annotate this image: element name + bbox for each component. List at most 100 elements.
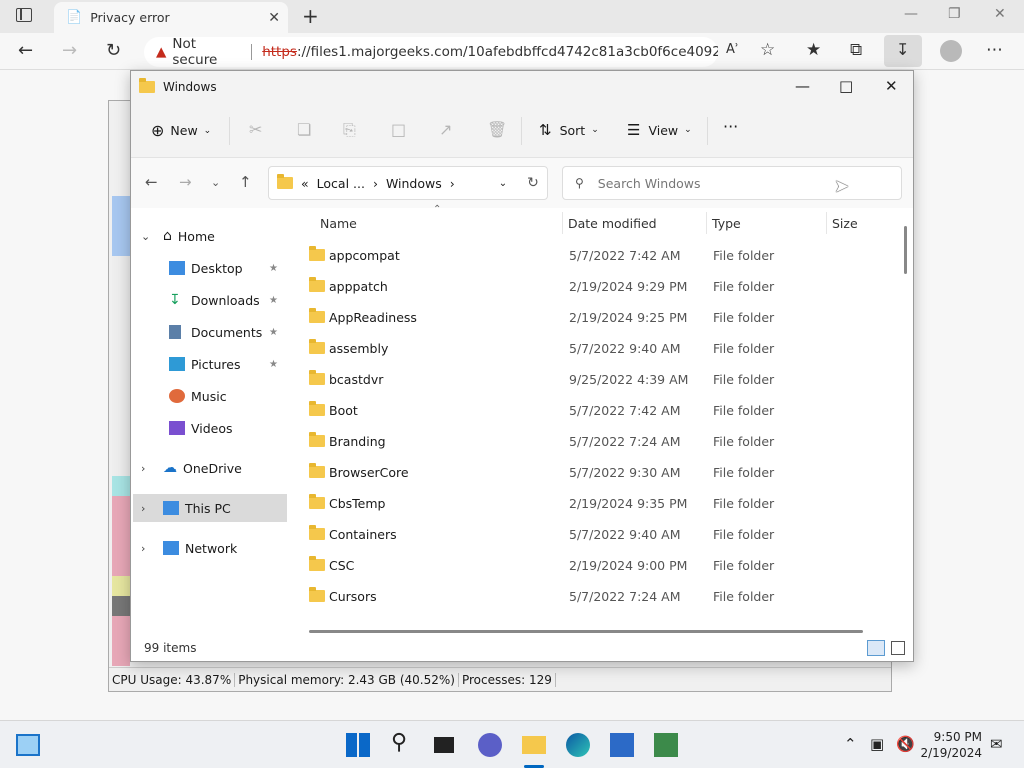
close-tab-icon[interactable]: ✕ bbox=[268, 10, 280, 26]
sidebar-item-onedrive[interactable]: › ☁ OneDrive bbox=[141, 454, 242, 482]
store-icon[interactable] bbox=[610, 733, 634, 757]
sidebar-item-network[interactable]: › Network bbox=[141, 534, 237, 562]
chat-icon[interactable] bbox=[478, 733, 502, 757]
close-icon[interactable]: ✕ bbox=[885, 77, 898, 95]
widgets-icon[interactable] bbox=[16, 734, 40, 756]
breadcrumb-local-disk[interactable]: Local ... bbox=[317, 176, 365, 191]
view-label: View bbox=[648, 122, 679, 138]
sidebar-item-pictures[interactable]: Pictures ★ bbox=[169, 350, 278, 378]
vertical-scrollbar[interactable] bbox=[904, 226, 907, 274]
read-aloud-icon[interactable]: Aʾ bbox=[726, 42, 739, 57]
column-header-date[interactable]: Date modified bbox=[568, 208, 657, 238]
sort-button[interactable]: ⇅ Sort ⌄ bbox=[539, 121, 599, 139]
tab-actions-icon[interactable] bbox=[16, 8, 32, 22]
file-explorer-icon[interactable] bbox=[522, 736, 546, 754]
column-header-type[interactable]: Type bbox=[712, 208, 741, 238]
sidebar-item-desktop[interactable]: Desktop ★ bbox=[169, 254, 278, 282]
sidebar-item-documents[interactable]: Documents ★ bbox=[169, 318, 278, 346]
clock[interactable]: 9:50 PM 2/19/2024 bbox=[920, 729, 982, 761]
table-row[interactable]: CbsTemp 2/19/2024 9:35 PM File folder bbox=[307, 488, 887, 519]
table-row[interactable]: BrowserCore 5/7/2022 9:30 AM File folder bbox=[307, 457, 887, 488]
start-icon[interactable] bbox=[346, 733, 370, 757]
table-row[interactable]: Cursors 5/7/2022 7:24 AM File folder bbox=[307, 581, 887, 612]
cut-icon[interactable]: ✂ bbox=[249, 120, 262, 139]
column-divider[interactable] bbox=[562, 212, 563, 234]
back-icon[interactable]: ← bbox=[145, 173, 158, 191]
volume-muted-icon[interactable]: 🔇 bbox=[896, 735, 915, 753]
breadcrumb[interactable]: « Local ... › Windows › ⌄ ↻ bbox=[268, 166, 548, 200]
sidebar-item-home[interactable]: ⌄ ⌂ Home bbox=[141, 222, 215, 250]
view-button[interactable]: ☰ View ⌄ bbox=[627, 121, 692, 139]
add-favorite-icon[interactable]: ☆ bbox=[760, 40, 775, 60]
table-row[interactable]: bcastdvr 9/25/2022 4:39 AM File folder bbox=[307, 364, 887, 395]
table-row[interactable]: appcompat 5/7/2022 7:42 AM File folder bbox=[307, 240, 887, 271]
folder-icon bbox=[309, 277, 325, 292]
sidebar-item-downloads[interactable]: ↧ Downloads ★ bbox=[169, 286, 278, 314]
task-view-icon[interactable] bbox=[434, 737, 454, 753]
breadcrumb-overflow[interactable]: « bbox=[301, 176, 309, 191]
chevron-right-icon[interactable]: › bbox=[141, 542, 155, 555]
table-row[interactable]: CSC 2/19/2024 9:00 PM File folder bbox=[307, 550, 887, 581]
details-view-icon[interactable] bbox=[867, 640, 885, 656]
network-icon[interactable]: ▣ bbox=[870, 735, 884, 753]
file-date: 2/19/2024 9:25 PM bbox=[569, 310, 688, 325]
table-row[interactable]: apppatch 2/19/2024 9:29 PM File folder bbox=[307, 271, 887, 302]
table-row[interactable]: assembly 5/7/2022 9:40 AM File folder bbox=[307, 333, 887, 364]
more-commands-button[interactable]: ··· bbox=[723, 117, 738, 136]
back-icon[interactable]: ← bbox=[18, 40, 33, 61]
collections-icon[interactable]: ⧉ bbox=[850, 40, 862, 60]
forward-icon[interactable]: → bbox=[62, 40, 77, 61]
table-row[interactable]: Branding 5/7/2022 7:24 AM File folder bbox=[307, 426, 887, 457]
search-input[interactable] bbox=[597, 175, 858, 191]
sidebar-item-videos[interactable]: Videos bbox=[169, 414, 233, 442]
maximize-icon[interactable]: □ bbox=[839, 77, 853, 95]
minimize-icon[interactable]: — bbox=[904, 6, 918, 22]
explorer-titlebar[interactable]: Windows — □ ✕ bbox=[131, 71, 913, 103]
column-header-size[interactable]: Size bbox=[832, 208, 858, 238]
copy-icon[interactable]: ❏ bbox=[297, 120, 311, 139]
table-row[interactable]: Boot 5/7/2022 7:42 AM File folder bbox=[307, 395, 887, 426]
rename-icon[interactable]: □ bbox=[391, 120, 406, 139]
minimize-icon[interactable]: — bbox=[795, 77, 810, 95]
task-manager-icon[interactable] bbox=[654, 733, 678, 757]
up-icon[interactable]: ↑ bbox=[239, 173, 252, 191]
new-tab-button[interactable]: + bbox=[302, 4, 319, 28]
search-box[interactable]: ⚲ bbox=[562, 166, 902, 200]
sidebar-item-thispc[interactable]: › This PC bbox=[133, 494, 287, 522]
search-icon[interactable]: ⚲ bbox=[391, 730, 415, 755]
chevron-right-icon[interactable]: › bbox=[141, 462, 155, 475]
favorites-icon[interactable]: ★ bbox=[806, 40, 821, 60]
profile-avatar[interactable] bbox=[940, 40, 962, 62]
videos-icon bbox=[169, 421, 185, 435]
table-row[interactable]: AppReadiness 2/19/2024 9:25 PM File folder bbox=[307, 302, 887, 333]
recent-locations-icon[interactable]: ⌄ bbox=[211, 176, 220, 189]
refresh-icon[interactable]: ↻ bbox=[106, 40, 121, 61]
more-options-icon[interactable]: ⋯ bbox=[986, 40, 1003, 60]
security-label[interactable]: Not secure bbox=[172, 36, 241, 68]
tiles-view-icon[interactable] bbox=[891, 641, 905, 655]
table-row[interactable]: Containers 5/7/2022 9:40 AM File folder bbox=[307, 519, 887, 550]
column-divider[interactable] bbox=[826, 212, 827, 234]
chevron-right-icon[interactable]: › bbox=[141, 502, 155, 515]
refresh-icon[interactable]: ↻ bbox=[527, 175, 539, 191]
downloads-button[interactable]: ↧ bbox=[884, 35, 922, 67]
sidebar-item-music[interactable]: Music bbox=[169, 382, 227, 410]
paste-icon[interactable]: ⎘ bbox=[343, 120, 356, 140]
chevron-down-icon[interactable]: ⌄ bbox=[141, 230, 155, 243]
delete-icon[interactable]: 🗑 bbox=[487, 120, 507, 139]
breadcrumb-windows[interactable]: Windows bbox=[386, 176, 442, 191]
address-bar[interactable]: ▲ Not secure https ://files1.majorgeeks.… bbox=[144, 36, 718, 68]
tab-privacy-error[interactable]: 📄 Privacy error ✕ bbox=[54, 2, 288, 33]
forward-icon[interactable]: → bbox=[179, 173, 192, 191]
share-icon[interactable]: ↗ bbox=[439, 120, 452, 139]
history-dropdown-icon[interactable]: ⌄ bbox=[499, 178, 507, 189]
close-window-icon[interactable]: ✕ bbox=[994, 6, 1006, 22]
column-divider[interactable] bbox=[706, 212, 707, 234]
notifications-icon[interactable]: ✉ bbox=[990, 735, 1003, 753]
column-header-name[interactable]: Name bbox=[320, 208, 357, 238]
horizontal-scrollbar[interactable] bbox=[309, 630, 863, 633]
restore-icon[interactable]: ❐ bbox=[948, 6, 961, 22]
chevron-up-icon[interactable]: ⌃ bbox=[844, 735, 857, 753]
new-button[interactable]: ⊕ New ⌄ bbox=[151, 121, 211, 140]
edge-icon[interactable] bbox=[566, 733, 590, 757]
